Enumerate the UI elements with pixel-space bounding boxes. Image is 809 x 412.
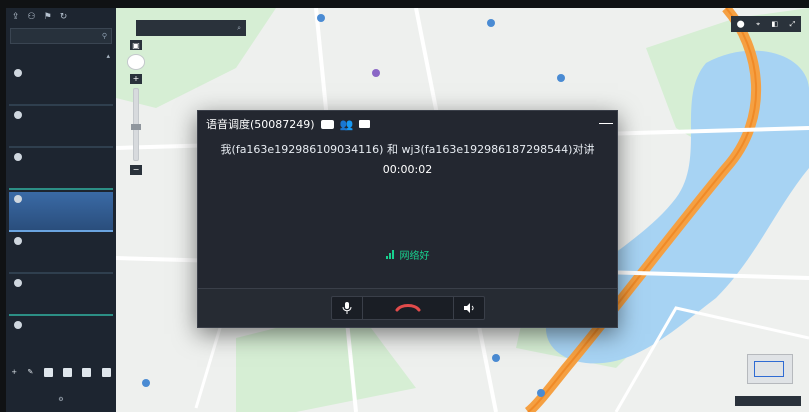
- section-header[interactable]: ▴: [6, 50, 116, 62]
- chevron-up-icon[interactable]: ▴: [106, 52, 110, 60]
- map-controls: ⬤ ⌖ ◧ ⤢: [731, 16, 801, 32]
- grid-tool[interactable]: [101, 367, 111, 377]
- sidebar-toolbar: ⇪ ⚇ ⚑ ↻: [6, 8, 116, 26]
- person-icon: [14, 69, 22, 77]
- group-icon: [63, 367, 73, 377]
- speaker-icon: [463, 303, 474, 313]
- network-status-label: 网络好: [399, 251, 430, 262]
- list-item-selected[interactable]: [9, 192, 113, 232]
- list-item[interactable]: [9, 150, 113, 190]
- list-item[interactable]: [9, 66, 113, 106]
- list-item[interactable]: [9, 108, 113, 148]
- mute-button[interactable]: [332, 297, 363, 319]
- sidebar-tools: + ✎: [6, 358, 116, 386]
- call-controls: [330, 296, 485, 320]
- map-scale: [735, 396, 801, 406]
- person-icon: [14, 279, 22, 287]
- zoom-out-button[interactable]: −: [130, 164, 142, 176]
- contact-list: [6, 64, 116, 352]
- layers-toggle-icon[interactable]: ◧: [772, 20, 779, 28]
- microphone-icon: [342, 302, 351, 314]
- message-icon: [43, 367, 53, 377]
- network-status: 网络好: [198, 247, 617, 262]
- search-icon[interactable]: ⌕: [237, 24, 241, 33]
- fullscreen-icon[interactable]: ⤢: [790, 20, 796, 29]
- signal-bars-icon: [385, 250, 394, 259]
- zoom-in-button[interactable]: +: [130, 73, 142, 84]
- pen-icon: ✎: [27, 368, 34, 376]
- speaker-button[interactable]: [454, 297, 484, 319]
- user-icon[interactable]: ⚇: [28, 12, 36, 22]
- list-item[interactable]: [9, 234, 113, 274]
- layers-icon[interactable]: ▣: [130, 40, 142, 51]
- person-icon: [14, 321, 22, 329]
- overview-minimap[interactable]: [747, 354, 793, 384]
- call-timer: 00:00:02: [382, 163, 433, 176]
- video-icon: [82, 367, 92, 377]
- zoom-control: ▣ + −: [127, 40, 145, 176]
- call-participants: 我(fa163e192986109034116) 和 wj3(fa163e192…: [220, 143, 595, 156]
- dialog-title: 语音调度(50087249): [206, 118, 315, 131]
- edit-tool[interactable]: ✎: [27, 368, 33, 376]
- map-search-box[interactable]: ⌕: [136, 20, 246, 36]
- settings-icon[interactable]: ⚙: [58, 396, 63, 403]
- message-tool[interactable]: [43, 367, 53, 377]
- group-tool[interactable]: [63, 367, 73, 377]
- person-icon: [14, 153, 22, 161]
- voice-call-dialog: 语音调度(50087249) 👥 我(fa163e192986109034116…: [197, 110, 618, 328]
- minimap-viewport: [754, 361, 784, 377]
- sidebar-search[interactable]: ⚲: [10, 28, 112, 44]
- refresh-icon[interactable]: ↻: [60, 12, 68, 22]
- group-icon[interactable]: 👥: [340, 118, 354, 131]
- person-icon: [14, 195, 22, 203]
- filter-icon[interactable]: ⚲: [102, 32, 107, 40]
- hang-up-phone-icon: [395, 304, 420, 312]
- marker-icon[interactable]: ⬤: [737, 20, 745, 28]
- upload-icon[interactable]: ⇪: [12, 12, 20, 22]
- add-tool[interactable]: +: [11, 368, 17, 376]
- sidebar: ⇪ ⚇ ⚑ ↻ ⚲ ▴ + ✎ ⚙: [6, 8, 117, 412]
- flag-icon[interactable]: ⚑: [44, 12, 52, 22]
- dialog-header: 语音调度(50087249) 👥: [198, 111, 617, 137]
- compass-icon[interactable]: [127, 54, 145, 70]
- person-icon: [14, 111, 22, 119]
- list-item[interactable]: [9, 318, 113, 352]
- sidebar-footer: ⚙: [6, 392, 116, 406]
- voice-waveform: [220, 178, 599, 250]
- video-camera-icon[interactable]: [320, 119, 334, 129]
- location-icon[interactable]: ⌖: [756, 20, 760, 29]
- list-item[interactable]: [9, 276, 113, 316]
- call-controls-bar: [198, 288, 617, 327]
- person-icon: [14, 237, 22, 245]
- zoom-handle[interactable]: [131, 123, 141, 130]
- chat-bubble-icon[interactable]: [359, 120, 371, 128]
- minimize-icon[interactable]: [599, 123, 613, 124]
- grid-icon: [101, 367, 111, 377]
- plus-icon: +: [11, 368, 18, 376]
- video-tool[interactable]: [82, 367, 92, 377]
- hang-up-button[interactable]: [363, 297, 454, 319]
- zoom-slider[interactable]: [131, 87, 141, 161]
